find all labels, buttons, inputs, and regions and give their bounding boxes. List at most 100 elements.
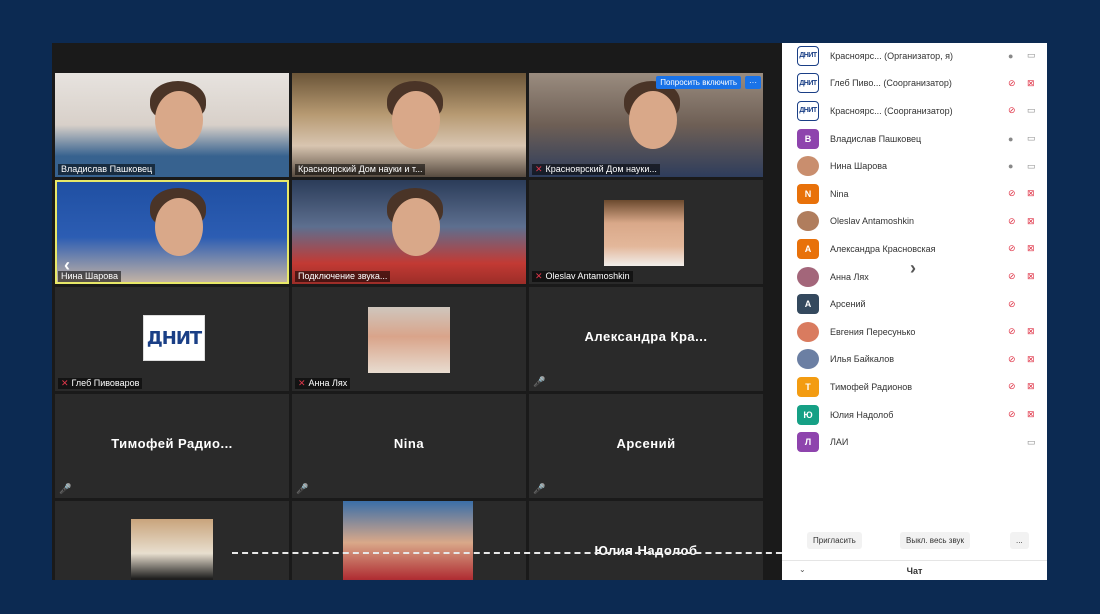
tile-name-label: ✕ Глеб Пивоваров — [58, 378, 143, 389]
video-tile[interactable]: Красноярский Дом науки и т... — [292, 73, 526, 177]
participant-photo — [343, 501, 473, 580]
mic-off-icon[interactable]: ⊘ — [1008, 409, 1016, 420]
participant-avatar: В — [797, 128, 819, 149]
tile-name-text: Красноярский Дом науки... — [545, 164, 657, 174]
participant-name: Красноярс... (Организатор, я) — [830, 50, 954, 61]
mic-off-icon[interactable]: ⊘ — [1008, 243, 1016, 254]
participant-display-name: Александра Кра... — [584, 329, 708, 344]
participant-row[interactable]: ДНИТ Красноярс... (Соорганизатор) ⊘ ▭ — [782, 97, 1047, 125]
camera-off-icon[interactable]: ⊠ — [1027, 409, 1035, 420]
mic-off-icon[interactable]: ⊘ — [1008, 381, 1016, 392]
participant-name: ЛАИ — [830, 437, 849, 448]
camera-icon[interactable]: ▭ — [1027, 133, 1036, 144]
mic-off-icon: ✕ — [535, 271, 543, 281]
participant-avatar: А — [797, 238, 819, 259]
ask-unmute-button[interactable]: Попросить включить — [656, 76, 741, 89]
tile-name-label: Красноярский Дом науки и т... — [295, 164, 426, 175]
participants-panel: ДНИТ Красноярс... (Организатор, я) ● ▭ ДНИТ Г… — [782, 43, 1047, 580]
mic-icon[interactable]: ● — [1008, 51, 1013, 61]
camera-icon[interactable]: ▭ — [1027, 105, 1036, 116]
video-tile[interactable]: Арсений 🎤 — [529, 394, 763, 498]
video-tile[interactable]: Тимофей Радио... 🎤 — [55, 394, 289, 498]
participant-row[interactable]: ДНИТ Красноярс... (Организатор, я) ● ▭ — [782, 43, 1047, 70]
participant-avatar — [797, 211, 819, 232]
chat-bar[interactable]: ⌄ Чат — [782, 560, 1047, 580]
chat-label: Чат — [906, 566, 923, 576]
tile-name-text: Глеб Пивоваров — [71, 378, 140, 388]
participant-display-name: Тимофей Радио... — [111, 436, 233, 451]
mic-off-icon[interactable]: ⊘ — [1008, 271, 1016, 282]
video-tile[interactable]: Подключение звука... — [292, 180, 526, 284]
participant-row[interactable]: Т Тимофей Радионов ⊘ ⊠ — [782, 373, 1047, 401]
mic-off-icon: ✕ — [535, 164, 543, 174]
tile-name-text: Oleslav Antamoshkin — [545, 271, 630, 281]
mic-off-icon: ✕ — [298, 378, 306, 388]
mic-icon[interactable]: ● — [1008, 161, 1013, 171]
mic-off-icon[interactable]: ⊘ — [1008, 105, 1016, 116]
video-grid: Владислав Пашковец Красноярский Дом науки… — [55, 73, 763, 580]
camera-icon[interactable]: ▭ — [1027, 161, 1036, 172]
video-tile[interactable]: ✕ Красноярский Дом науки... Попросить вклю… — [529, 73, 763, 177]
camera-icon[interactable]: ▭ — [1027, 50, 1036, 61]
video-tile[interactable]: Нина Шарова — [55, 180, 289, 284]
participant-name: Нина Шарова — [830, 161, 887, 172]
tile-more-button[interactable]: ··· — [745, 76, 761, 89]
tile-name-text: Анна Лях — [308, 378, 348, 388]
mic-off-icon[interactable]: ⊘ — [1008, 299, 1016, 310]
video-tile[interactable]: ✕ Анна Лях — [292, 287, 526, 391]
participant-display-name: Nina — [393, 436, 425, 451]
mic-off-icon[interactable]: ⊘ — [1008, 354, 1016, 365]
camera-off-icon[interactable]: ⊠ — [1027, 354, 1035, 365]
camera-icon[interactable]: ▭ — [1027, 437, 1036, 448]
participant-row[interactable]: А Арсений ⊘ — [782, 290, 1047, 318]
video-tile[interactable]: Nina 🎤 — [292, 394, 526, 498]
participant-row[interactable]: В Владислав Пашковец ● ▭ — [782, 125, 1047, 153]
participant-photo — [131, 519, 213, 580]
camera-off-icon[interactable]: ⊠ — [1027, 78, 1035, 89]
panel-more-button[interactable]: ... — [1010, 532, 1029, 549]
video-tile[interactable]: Владислав Пашковец — [55, 73, 289, 177]
participant-row[interactable]: Илья Байкалов ⊘ ⊠ — [782, 346, 1047, 374]
video-tile[interactable]: ДНИТ ✕ Глеб Пивоваров — [55, 287, 289, 391]
participant-row[interactable]: Евгения Пересунько ⊘ ⊠ — [782, 318, 1047, 346]
participant-row[interactable]: N Nina ⊘ ⊠ — [782, 180, 1047, 208]
invite-button[interactable]: Пригласить — [807, 532, 862, 549]
participant-row[interactable]: Нина Шарова ● ▭ — [782, 152, 1047, 180]
video-tile[interactable]: Юлия Надолоб — [529, 501, 763, 580]
mic-off-icon[interactable]: ⊘ — [1008, 216, 1016, 227]
participant-row[interactable]: ДНИТ Глеб Пиво... (Соорганизатор) ⊘ ⊠ — [782, 70, 1047, 98]
mic-off-icon[interactable]: ⊘ — [1008, 78, 1016, 89]
video-tile[interactable] — [55, 501, 289, 580]
chevron-left-icon[interactable]: ‹ — [64, 255, 70, 276]
camera-off-icon[interactable]: ⊠ — [1027, 271, 1035, 282]
participant-name: Nina — [830, 188, 849, 199]
participant-name: Юлия Надолоб — [830, 409, 894, 420]
participant-name: Глеб Пиво... (Соорганизатор) — [830, 78, 952, 89]
participant-name: Арсений — [830, 299, 866, 310]
participant-avatar — [797, 349, 819, 370]
mute-all-button[interactable]: Выкл. весь звук — [900, 532, 971, 549]
camera-off-icon[interactable]: ⊠ — [1027, 243, 1035, 254]
chevron-right-icon[interactable]: › — [910, 258, 916, 279]
participant-avatar — [797, 156, 819, 177]
participant-name: Анна Лях — [830, 271, 869, 282]
mic-icon[interactable]: ● — [1008, 134, 1013, 144]
camera-off-icon[interactable]: ⊠ — [1027, 188, 1035, 199]
participant-row[interactable]: Oleslav Antamoshkin ⊘ ⊠ — [782, 208, 1047, 236]
camera-off-icon[interactable]: ⊠ — [1027, 216, 1035, 227]
mic-off-icon[interactable]: ⊘ — [1008, 326, 1016, 337]
tile-name-label: Владислав Пашковец — [58, 164, 156, 175]
video-tile[interactable]: ✕ Oleslav Antamoshkin — [529, 180, 763, 284]
participant-face — [629, 91, 677, 149]
participant-row[interactable]: Л ЛАИ ▭ — [782, 428, 1047, 456]
participant-avatar: N — [797, 183, 819, 204]
participant-avatar: Т — [797, 376, 819, 397]
video-tile[interactable]: Александра Кра... 🎤 — [529, 287, 763, 391]
mic-off-icon[interactable]: ⊘ — [1008, 188, 1016, 199]
camera-off-icon[interactable]: ⊠ — [1027, 326, 1035, 337]
participant-face — [155, 198, 203, 256]
participant-avatar: А — [797, 294, 819, 315]
participant-row[interactable]: Ю Юлия Надолоб ⊘ ⊠ — [782, 401, 1047, 429]
camera-off-icon[interactable]: ⊠ — [1027, 381, 1035, 392]
video-tile[interactable] — [292, 501, 526, 580]
